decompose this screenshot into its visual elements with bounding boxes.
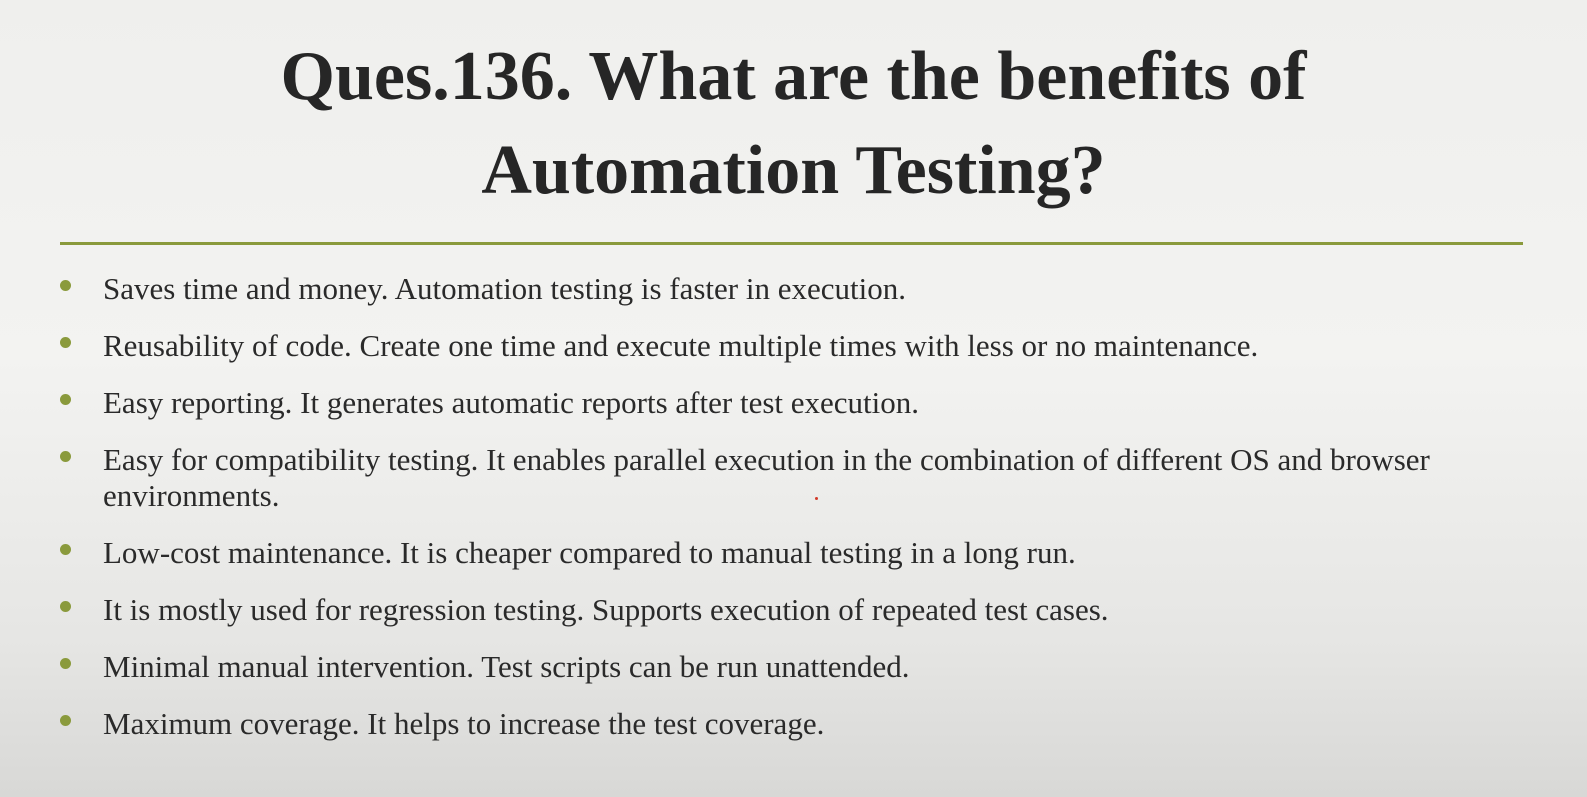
list-item-text: Reusability of code. Create one time and… (103, 328, 1259, 363)
list-item-text: It is mostly used for regression testing… (103, 592, 1109, 627)
slide: Ques.136. What are the benefits of Autom… (0, 0, 1587, 797)
bullet-icon (60, 658, 71, 669)
list-item: It is mostly used for regression testing… (60, 592, 1527, 628)
laser-pointer-dot (815, 497, 818, 500)
list-item-text: Saves time and money. Automation testing… (103, 271, 906, 306)
bullet-icon (60, 280, 71, 291)
benefits-list: Saves time and money. Automation testing… (60, 268, 1527, 742)
list-item: Low-cost maintenance. It is cheaper comp… (60, 535, 1527, 571)
bullet-icon (60, 715, 71, 726)
list-item: Reusability of code. Create one time and… (60, 328, 1527, 364)
list-item: Easy for compatibility testing. It enabl… (60, 442, 1527, 514)
list-item: Easy reporting. It generates automatic r… (60, 385, 1527, 421)
list-item: Maximum coverage. It helps to increase t… (60, 706, 1527, 742)
title-line-1: Ques.136. What are the benefits of (280, 38, 1307, 115)
list-item-text: Easy reporting. It generates automatic r… (103, 385, 920, 420)
bullet-icon (60, 451, 71, 462)
list-item: Saves time and money. Automation testing… (60, 271, 1527, 307)
list-item-text: Low-cost maintenance. It is cheaper comp… (103, 535, 1076, 570)
slide-title: Ques.136. What are the benefits of Autom… (60, 30, 1527, 218)
list-item-text: Minimal manual intervention. Test script… (103, 649, 910, 684)
list-item-text: Easy for compatibility testing. It enabl… (103, 442, 1430, 513)
bullet-icon (60, 601, 71, 612)
bullet-icon (60, 544, 71, 555)
title-line-2: Automation Testing? (481, 132, 1106, 209)
bullet-icon (60, 394, 71, 405)
list-item: Minimal manual intervention. Test script… (60, 649, 1527, 685)
bullet-icon (60, 337, 71, 348)
list-item-text: Maximum coverage. It helps to increase t… (103, 706, 825, 741)
title-divider (60, 242, 1523, 245)
